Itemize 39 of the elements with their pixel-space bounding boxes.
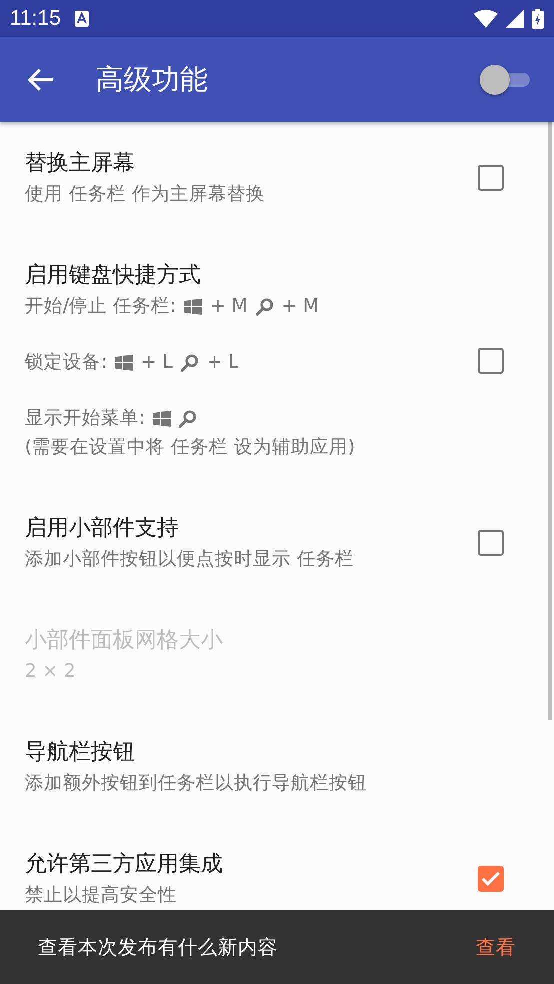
signal-icon bbox=[506, 10, 524, 28]
setting-title: 允许第三方应用集成 bbox=[25, 851, 224, 879]
subtitle-text: 开始/停止 任务栏: bbox=[25, 295, 176, 319]
subtitle-text: + M bbox=[210, 295, 248, 319]
subtitle-text: 显示开始菜单: bbox=[25, 407, 146, 431]
back-arrow-icon[interactable] bbox=[28, 68, 54, 92]
search-icon bbox=[179, 410, 198, 428]
setting-title: 启用键盘快捷方式 bbox=[25, 262, 202, 290]
subtitle-text: 添加小部件按钮以便点按时显示 任务栏 bbox=[25, 548, 354, 572]
checkbox[interactable] bbox=[478, 165, 504, 191]
setting-title: 替换主屏幕 bbox=[25, 150, 136, 178]
setting-title: 小部件面板网格大小 bbox=[25, 627, 224, 655]
windows-logo-icon bbox=[153, 410, 172, 426]
subtitle-text: 锁定设备: bbox=[25, 351, 108, 375]
checkbox[interactable] bbox=[478, 866, 504, 892]
search-icon bbox=[256, 298, 274, 316]
wifi-icon bbox=[474, 10, 498, 28]
windows-logo-icon bbox=[184, 298, 202, 314]
subtitle-text: 使用 任务栏 作为主屏幕替换 bbox=[25, 183, 265, 207]
setting-title: 启用小部件支持 bbox=[25, 515, 180, 543]
status-time: 11:15 bbox=[10, 6, 61, 30]
search-icon bbox=[180, 354, 199, 372]
subtitle-text: 2 × 2 bbox=[25, 660, 76, 684]
subtitle-text: + L bbox=[141, 351, 173, 375]
toggle-switch[interactable] bbox=[480, 64, 530, 94]
subtitle-text: 添加额外按钮到任务栏以执行导航栏按钮 bbox=[25, 772, 367, 796]
screen-title: 高级功能 bbox=[96, 62, 208, 98]
windows-logo-icon bbox=[115, 354, 134, 370]
subtitle-text: + L bbox=[206, 351, 239, 375]
snackbar-message: 查看本次发布有什么新内容 bbox=[38, 934, 278, 960]
checkbox[interactable] bbox=[478, 530, 504, 556]
notification-icon bbox=[75, 10, 89, 26]
setting-title: 导航栏按钮 bbox=[25, 739, 136, 767]
subtitle-text: 禁止以提高安全性 bbox=[25, 884, 177, 908]
battery-icon bbox=[532, 8, 544, 28]
subtitle-text: (需要在设置中将 任务栏 设为辅助应用) bbox=[25, 436, 356, 460]
checkbox[interactable] bbox=[478, 348, 504, 374]
subtitle-text: + M bbox=[282, 295, 320, 319]
view-button[interactable]: 查看 bbox=[476, 934, 516, 960]
